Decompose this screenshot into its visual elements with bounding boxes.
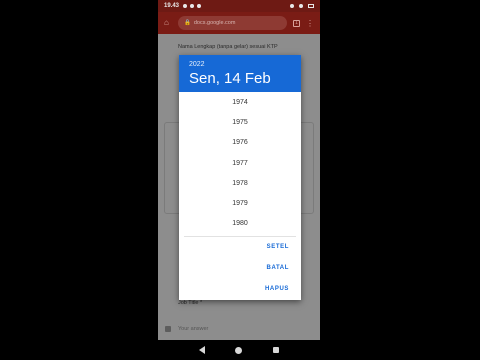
- url-text: docs.google.com: [193, 20, 236, 26]
- set-button[interactable]: SETEL: [267, 236, 289, 257]
- year-list[interactable]: 1974 1975 1976 1977 1978 1979 1980: [179, 92, 301, 235]
- wifi-icon: [290, 4, 294, 8]
- date-picker-dialog: 2022 Sen, 14 Feb 1974 1975 1976 1977 197…: [179, 55, 301, 300]
- question-label: Nama Lengkap (tanpa gelar) sesuai KTP: [178, 44, 278, 50]
- status-icons: [290, 4, 314, 8]
- lock-icon: 🔒: [184, 20, 191, 26]
- home-button-icon[interactable]: [235, 346, 243, 354]
- date-picker-header: 2022 Sen, 14 Feb: [179, 55, 301, 92]
- selected-year[interactable]: 2022: [189, 61, 291, 69]
- navigation-bar: [158, 340, 320, 360]
- home-icon[interactable]: ⌂: [164, 19, 172, 27]
- back-icon[interactable]: [199, 346, 206, 354]
- notification-icon: [190, 4, 195, 8]
- year-option[interactable]: 1975: [179, 112, 301, 132]
- year-option[interactable]: 1974: [179, 92, 301, 112]
- year-option[interactable]: 1976: [179, 133, 301, 153]
- year-option[interactable]: 1977: [179, 153, 301, 173]
- job-title-label: Job Title *: [178, 300, 203, 306]
- notification-icon: [183, 4, 188, 8]
- more-menu-icon[interactable]: ⋮: [306, 19, 314, 28]
- screen-frame: 19.43 ⌂ 🔒 docs.google.com 1 ⋮ Nama Lengk…: [0, 0, 480, 360]
- signal-icon: [299, 4, 303, 8]
- address-bar[interactable]: 🔒 docs.google.com: [178, 16, 287, 30]
- dialog-actions: SETEL BATAL HAPUS: [265, 236, 289, 299]
- status-time: 19.43: [164, 3, 180, 9]
- notification-icon: [197, 4, 202, 8]
- clear-button[interactable]: HAPUS: [265, 278, 289, 299]
- year-option[interactable]: 1979: [179, 193, 301, 213]
- field-icon: [165, 326, 171, 332]
- tab-switcher-icon[interactable]: 1: [293, 19, 300, 27]
- browser-toolbar: ⌂ 🔒 docs.google.com 1 ⋮: [158, 12, 320, 34]
- recents-icon[interactable]: [272, 347, 279, 353]
- status-bar: 19.43: [158, 0, 320, 12]
- battery-icon: [308, 4, 314, 8]
- year-option[interactable]: 1980: [179, 214, 301, 234]
- year-option[interactable]: 1978: [179, 173, 301, 193]
- answer-placeholder: Your answer: [178, 326, 209, 332]
- selected-date[interactable]: Sen, 14 Feb: [189, 70, 291, 88]
- cancel-button[interactable]: BATAL: [267, 257, 289, 278]
